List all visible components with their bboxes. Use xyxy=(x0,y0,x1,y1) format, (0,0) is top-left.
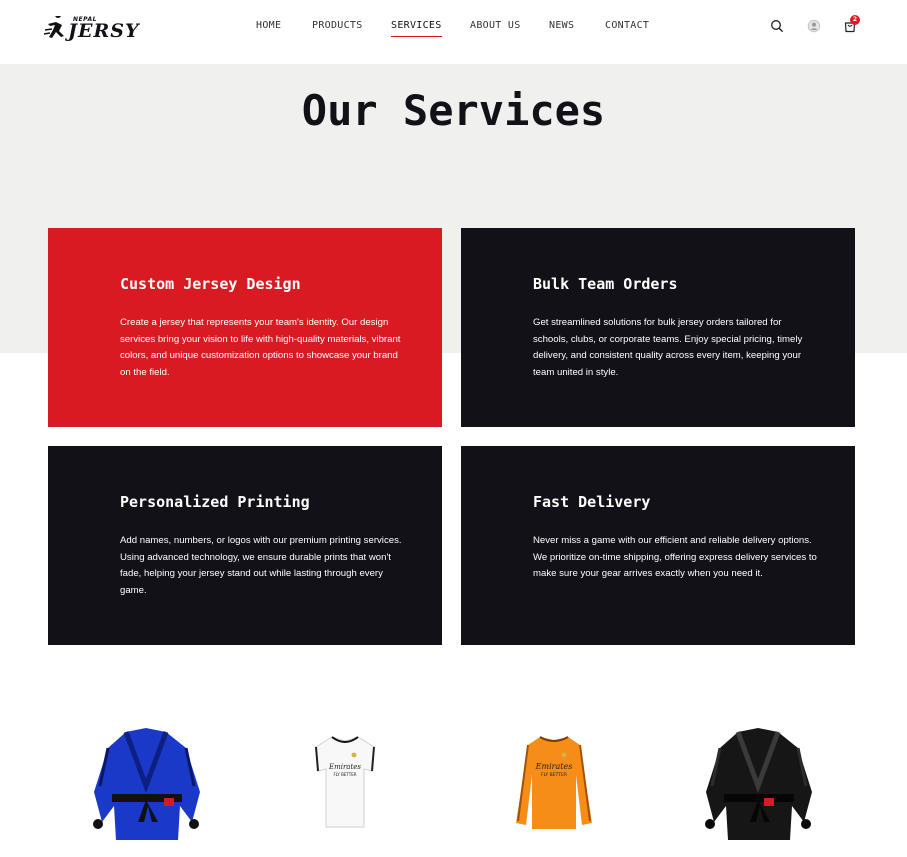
nav-services[interactable]: SERVICES xyxy=(391,20,442,37)
logo-brand-text: JERSY xyxy=(68,20,140,42)
svg-text:Emirates: Emirates xyxy=(328,763,361,771)
svg-text:FLY BETTER: FLY BETTER xyxy=(333,772,356,777)
service-title: Personalized Printing xyxy=(120,493,310,511)
service-description: Add names, numbers, or logos with our pr… xyxy=(120,535,402,596)
service-description: Create a jersey that represents your tea… xyxy=(120,317,401,378)
page-title: Our Services xyxy=(301,86,606,135)
service-card-bulk-orders[interactable]: Bulk Team Orders Get streamlined solutio… xyxy=(461,228,855,427)
nav-products[interactable]: PRODUCTS xyxy=(312,20,363,31)
svg-text:FLY BETTER: FLY BETTER xyxy=(541,772,567,778)
service-title: Bulk Team Orders xyxy=(533,275,678,293)
service-title: Custom Jersey Design xyxy=(120,275,301,293)
user-icon[interactable] xyxy=(806,18,822,34)
service-card-custom-design[interactable]: Custom Jersey Design Create a jersey tha… xyxy=(48,228,442,427)
nav-contact[interactable]: CONTACT xyxy=(605,20,649,31)
service-title: Fast Delivery xyxy=(533,493,651,511)
search-icon[interactable] xyxy=(769,18,785,34)
orange-jersey-image[interactable]: Emirates FLY BETTER xyxy=(514,735,594,831)
site-header: NEPAL JERSY HOME PRODUCTS SERVICES ABOUT… xyxy=(0,0,907,64)
service-card-printing[interactable]: Personalized Printing Add names, numbers… xyxy=(48,446,442,645)
black-gi-image[interactable] xyxy=(700,726,816,840)
blue-gi-image[interactable] xyxy=(88,726,204,840)
cart-count-badge: 2 xyxy=(850,15,860,25)
nav-about-us[interactable]: ABOUT US xyxy=(470,20,521,31)
service-card-fast-delivery[interactable]: Fast Delivery Never miss a game with our… xyxy=(461,446,855,645)
svg-text:Emirates: Emirates xyxy=(535,762,573,771)
service-description: Get streamlined solutions for bulk jerse… xyxy=(533,317,803,378)
white-jersey-image[interactable]: Emirates FLY BETTER xyxy=(312,735,378,829)
logo[interactable]: NEPAL JERSY xyxy=(44,14,139,44)
nav-home[interactable]: HOME xyxy=(256,20,281,31)
service-description: Never miss a game with our efficient and… xyxy=(533,535,817,580)
nav-news[interactable]: NEWS xyxy=(549,20,574,31)
